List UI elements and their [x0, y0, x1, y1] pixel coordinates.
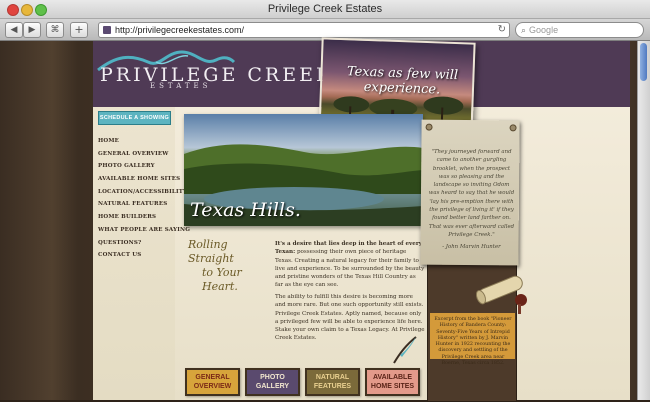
book-excerpt: Excerpt from the book "Pioneer History o… [434, 317, 512, 367]
vertical-scrollbar[interactable] [637, 41, 650, 400]
window-title: Privilege Creek Estates [267, 3, 383, 15]
tile-available-home-sites[interactable]: AVAILABLE HOME SITES [365, 368, 420, 396]
pin-icon [509, 124, 517, 132]
logo-text[interactable]: PRIVILEGE CREEK [100, 64, 333, 86]
add-bookmark-button[interactable]: + [70, 22, 88, 38]
texas-hills-photo: Texas Hills. [184, 114, 423, 226]
address-bar[interactable]: http://privilegecreekestates.com/ ↻ [98, 22, 510, 38]
nav-item-home[interactable]: HOME [98, 135, 190, 148]
tile-general-overview[interactable]: GENERAL OVERVIEW [185, 368, 240, 396]
forward-button[interactable]: ▶ [23, 22, 41, 38]
nav-item-photo-gallery[interactable]: PHOTO GALLERY [98, 160, 190, 173]
rss-icon[interactable]: ⌘ [46, 22, 64, 38]
nav-item-natural-features[interactable]: NATURAL FEATURES [98, 198, 190, 211]
nav-item-available-home-sites[interactable]: AVAILABLE HOME SITES [98, 173, 190, 186]
hero-tagline: Texas as few will experience. [346, 64, 459, 98]
search-placeholder: Google [529, 25, 559, 35]
search-input[interactable]: ⌕ Google [515, 22, 644, 38]
quill-icon [393, 336, 417, 364]
main-nav: HOME GENERAL OVERVIEW PHOTO GALLERY AVAI… [98, 135, 190, 262]
quote-author: - John Marvin Hunter [442, 244, 501, 250]
nav-item-location[interactable]: LOCATION/ACCESSIBILITY [98, 186, 190, 199]
tile-photo-gallery[interactable]: PHOTO GALLERY [245, 368, 300, 396]
nav-item-home-builders[interactable]: HOME BUILDERS [98, 211, 190, 224]
nav-item-questions[interactable]: QUESTIONS? [98, 237, 190, 250]
schedule-showing-button[interactable]: SCHEDULE A SHOWING [98, 111, 171, 125]
reload-icon[interactable]: ↻ [498, 23, 506, 37]
pin-icon [425, 123, 433, 131]
nav-item-contact-us[interactable]: CONTACT US [98, 249, 190, 262]
scrollbar-thumb[interactable] [640, 43, 647, 81]
nav-item-general-overview[interactable]: GENERAL OVERVIEW [98, 148, 190, 161]
back-button[interactable]: ◀ [5, 22, 23, 38]
scroll-icon [475, 275, 527, 314]
logo-subtext: ESTATES [150, 82, 212, 90]
tile-natural-features[interactable]: NATURAL FEATURES [305, 368, 360, 396]
photo-caption: Texas Hills. [190, 199, 301, 221]
intro-heading-line2: to Your Heart. [202, 266, 242, 293]
url-text: http://privilegecreekestates.com/ [115, 25, 245, 35]
favicon-icon [103, 26, 111, 34]
intro-heading-line1: Rolling Straight [188, 238, 234, 265]
window-titlebar: Privilege Creek Estates [0, 0, 650, 19]
search-icon: ⌕ [521, 25, 527, 35]
intro-paragraph-1-rest: possessing their own piece of heritage T… [275, 249, 425, 289]
nav-item-testimonials[interactable]: WHAT PEOPLE ARE SAYING [98, 224, 190, 237]
history-quote: "They journeyed forward and came to anot… [428, 149, 515, 238]
intro-paragraph-1: It's a desire that lies deep in the hear… [275, 240, 425, 290]
intro-heading: Rolling Straight to Your Heart. [188, 238, 268, 294]
